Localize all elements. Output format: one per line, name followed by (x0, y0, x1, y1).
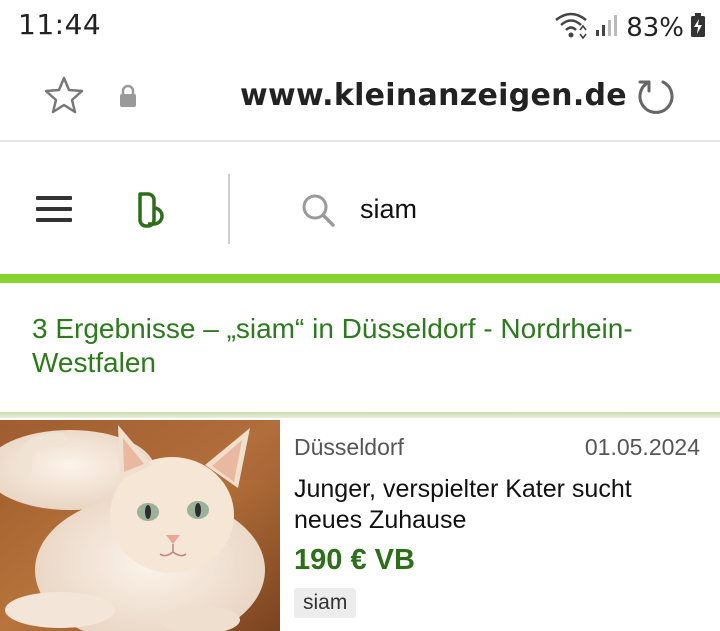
status-icons: 83% (554, 10, 706, 45)
listing-thumbnail-cat-photo[interactable] (0, 420, 280, 631)
kleinanzeigen-logo-icon[interactable] (136, 190, 174, 235)
results-heading: 3 Ergebnisse – „siam“ in Düsseldorf - No… (32, 313, 633, 378)
listing-price: 190 € VB (294, 544, 415, 576)
status-bar: 11:44 83% (0, 0, 720, 52)
lock-icon[interactable] (118, 84, 138, 113)
browser-toolbar: www.kleinanzeigen.de (0, 52, 720, 142)
search-icon[interactable] (300, 192, 336, 233)
battery-charging-icon (690, 12, 706, 43)
hamburger-menu-icon[interactable] (36, 196, 72, 224)
reload-icon[interactable] (636, 76, 676, 121)
status-time: 11:44 (18, 8, 102, 41)
header-accent-bar (0, 274, 720, 283)
site-header: siam (0, 144, 720, 274)
signal-icon (594, 12, 620, 43)
header-divider (228, 174, 230, 244)
wifi-icon (554, 10, 588, 45)
listing-location: Düsseldorf (294, 434, 404, 460)
listing-date: 01.05.2024 (584, 434, 700, 460)
search-input[interactable]: siam (360, 194, 417, 225)
listing-title[interactable]: Junger, verspielter Kater sucht neues Zu… (294, 474, 694, 536)
listing-tag: siam (294, 588, 357, 618)
battery-percent: 83% (626, 12, 684, 43)
bookmark-star-icon[interactable] (44, 76, 84, 119)
list-item[interactable]: Düsseldorf 01.05.2024 Junger, verspielte… (0, 418, 720, 631)
address-bar-url[interactable]: www.kleinanzeigen.de (240, 78, 627, 113)
